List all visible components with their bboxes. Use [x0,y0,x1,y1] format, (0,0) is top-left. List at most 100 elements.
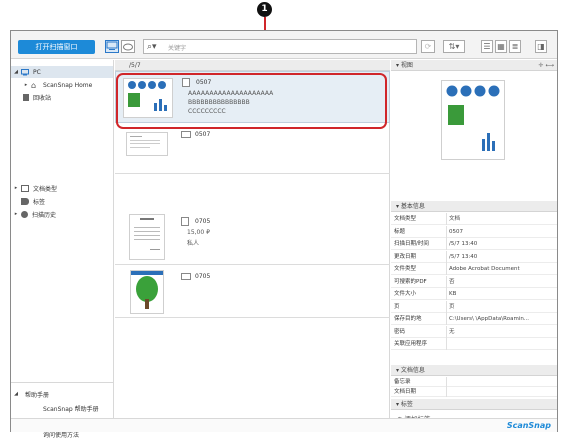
thumbnail-view-icon[interactable]: ▦ [495,40,507,53]
pane-toggle-icon[interactable]: ◨ [535,40,547,53]
scansnap-logo: ScanSnap [506,421,551,430]
open-scan-window-button[interactable]: 打开扫描窗口 [18,40,95,54]
help-link-manual[interactable]: ScanSnap 帮助手册 [43,402,99,414]
callout-highlight-box [116,73,387,129]
view-header[interactable]: ▾ 视图 ✛ ⟷ [391,60,557,71]
prop-value: C:\Users\ \AppData\Roamin... [449,316,530,322]
sidebar-item-label: 文档类型 [33,185,58,193]
sidebar-divider [11,382,113,383]
cloud-icon[interactable] [121,40,135,53]
prop-value: 无 [449,328,455,335]
status-bar: ScanSnap [11,418,557,432]
prop-row[interactable]: 扫描日期/时间/5/7 13:40 [391,238,557,250]
preview-image [441,80,505,160]
prop-key: 标题 [394,228,406,235]
sidebar-item-tags[interactable]: 标签 [21,195,45,207]
list-item[interactable]: 0705 15,00 ₽ 私人 [115,210,390,265]
prop-value: KB [449,291,457,297]
sidebar: ◢ PC ▸ ⌂ ScanSnap Home 回收站 ▸ 文档类型 标签 ▸ 扫… [11,60,114,439]
prop-value: /5/7 13:40 [449,253,478,260]
item-title: 0705 [195,273,211,280]
receipt-icon [181,217,189,226]
document-thumbnail [129,214,165,260]
prop-value: Adobe Acrobat Document [449,266,520,272]
prop-key: 文件大小 [394,291,417,297]
prop-row[interactable]: 文件大小 KB [391,288,557,300]
prop-key: 文档日期 [394,389,417,395]
sidebar-item-pc[interactable]: ◢ PC [11,66,113,78]
prop-key: 文档类型 [394,216,417,222]
toolbar: 打开扫描窗口 ⌕▾ 关键字 ⟳ ⇅▾ ☰ ▦ ≣ ◨ [11,31,557,59]
prop-row[interactable]: 更改日期/5/7 13:40 [391,250,557,263]
sidebar-item-doc-type[interactable]: ▸ 文档类型 [11,182,57,194]
detail-panel: ▾ 视图 ✛ ⟷ ▾ 基本信息 文档类型 文档标题 0507 扫描日期/时间/5/7 … [391,60,557,423]
view-header-label: 视图 [400,62,413,69]
prop-key: 保存目的地 [394,316,422,322]
tag-header[interactable]: ▾ 标签 [391,399,557,410]
photo-icon [181,273,191,280]
prop-row[interactable]: 可搜索的PDF 否 [391,275,557,288]
sidebar-item-label: 标签 [33,198,46,206]
prop-row[interactable]: 标题 0507 [391,225,557,238]
sidebar-item-label: ScanSnap Home [43,81,93,89]
basic-info-label: 基本信息 [400,203,425,210]
trash-icon [23,93,29,101]
doc-prop-row[interactable]: 备忘录 [391,377,557,387]
prop-row[interactable]: 密码 无 [391,325,557,338]
help-header[interactable]: ◢ 帮助手册 [11,388,49,400]
prop-value: 0507 [449,228,463,235]
prop-row[interactable]: 文件类型 Adobe Acrobat Document [391,263,557,275]
sidebar-item-label: 扫描历史 [32,211,57,219]
search-icon: ⌕▾ [147,42,157,52]
refresh-icon[interactable]: ⟳ [421,40,435,53]
list-view-icon[interactable]: ☰ [481,40,493,53]
list-item[interactable]: 0705 [115,266,390,318]
search-input[interactable]: ⌕▾ 关键字 [143,39,417,54]
expand-icon[interactable]: ▸ [11,211,21,217]
sidebar-item-recycle[interactable]: 回收站 [21,91,51,103]
help-header-label: 帮助手册 [25,391,50,399]
collapse-icon[interactable]: ◢ [11,69,21,75]
prop-key: 扫描日期/时间 [394,241,429,247]
search-placeholder: 关键字 [168,45,187,52]
sort-icon[interactable]: ⇅▾ [443,40,465,53]
prop-row[interactable]: 文档类型 文档 [391,213,557,225]
prop-value: 页 [449,303,455,310]
prop-value: 否 [449,278,455,285]
tag-icon [21,197,29,205]
sidebar-item-label: 回收站 [33,94,52,102]
prop-key: 备忘录 [394,379,411,385]
prop-key: 密码 [394,328,406,335]
list-date-header: /5/7 [115,60,390,71]
prop-key: 页 [394,303,400,310]
prop-value: /5/7 13:40 [449,241,478,247]
expand-icon[interactable]: ▸ [21,82,31,88]
prop-key: 关联应用程序 [394,341,428,347]
doc-info-label: 文档信息 [400,367,425,374]
prop-row[interactable]: 页页 [391,300,557,313]
doc-info-header[interactable]: ▾ 文档信息 [391,365,557,376]
card-icon [181,131,191,138]
history-icon [21,210,28,218]
document-thumbnail [126,132,168,156]
expand-icon[interactable]: ▸ [11,185,21,191]
item-category: 私人 [187,240,200,247]
detail-view-icon[interactable]: ≣ [509,40,521,53]
sidebar-item-scan-history[interactable]: ▸ 扫描历史 [11,208,56,220]
basic-info-header[interactable]: ▾ 基本信息 [391,201,557,212]
prop-row[interactable]: 关联应用程序 [391,338,557,350]
prop-value: 文档 [449,216,461,222]
list-item[interactable]: 0507 [115,124,390,174]
home-icon: ⌂ [31,80,37,90]
sidebar-item-label: PC [33,68,41,76]
prop-row[interactable]: 保存目的地 C:\Users\ \AppData\Roamin... [391,313,557,325]
computer-icon[interactable] [105,40,119,53]
tag-header-label: 标签 [400,401,413,408]
sidebar-item-scansnap-home[interactable]: ▸ ⌂ ScanSnap Home [21,79,93,91]
document-thumbnail [130,270,164,314]
doc-prop-row[interactable]: 文档日期 [391,387,557,397]
pc-icon [21,68,29,75]
item-amount: 15,00 ₽ [187,229,210,236]
zoom-icon[interactable]: ✛ ⟷ [538,60,554,71]
collapse-icon[interactable]: ◢ [11,391,21,397]
